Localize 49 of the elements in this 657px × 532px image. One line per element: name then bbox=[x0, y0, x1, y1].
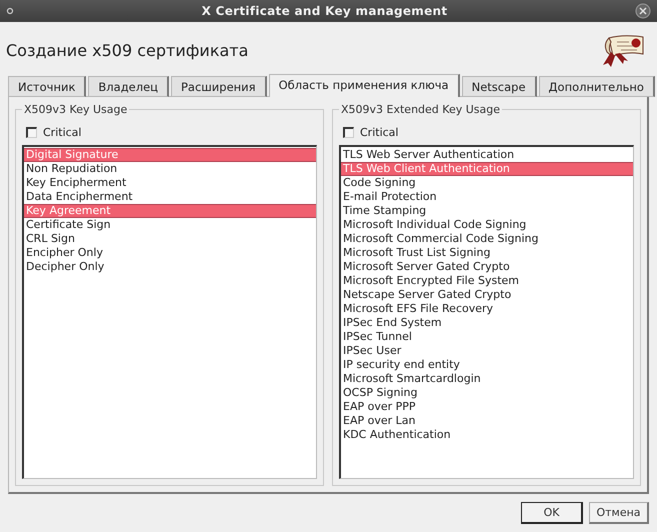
list-item[interactable]: Encipher Only bbox=[24, 246, 316, 260]
list-item[interactable]: Netscape Server Gated Crypto bbox=[341, 288, 633, 302]
list-item[interactable]: Microsoft Commercial Code Signing bbox=[341, 232, 633, 246]
ok-button[interactable]: OK bbox=[521, 502, 583, 524]
window-menu-icon[interactable] bbox=[6, 7, 14, 15]
close-icon[interactable] bbox=[635, 3, 651, 19]
tab[interactable]: Область применения ключа bbox=[268, 74, 460, 97]
list-item[interactable]: IPSec End System bbox=[341, 316, 633, 330]
tab[interactable]: Владелец bbox=[88, 76, 169, 97]
list-item[interactable]: Microsoft Smartcardlogin bbox=[341, 372, 633, 386]
list-item[interactable]: Time Stamping bbox=[341, 204, 633, 218]
list-item[interactable]: IP security end entity bbox=[341, 358, 633, 372]
checkbox-square[interactable] bbox=[343, 127, 354, 138]
group-title: X509v3 Extended Key Usage bbox=[340, 103, 501, 116]
list-item[interactable]: OCSP Signing bbox=[341, 386, 633, 400]
critical-checkbox[interactable]: Critical bbox=[22, 122, 317, 145]
tab[interactable]: Netscape bbox=[462, 76, 537, 97]
dialog-heading: Создание x509 сертификата bbox=[6, 40, 248, 60]
list-item[interactable]: Key Encipherment bbox=[24, 176, 316, 190]
list-item[interactable]: IPSec User bbox=[341, 344, 633, 358]
list-item[interactable]: Microsoft Trust List Signing bbox=[341, 246, 633, 260]
list-item[interactable]: CRL Sign bbox=[24, 232, 316, 246]
list-item[interactable]: Microsoft Server Gated Crypto bbox=[341, 260, 633, 274]
checkbox-square[interactable] bbox=[26, 127, 37, 138]
list-box[interactable] bbox=[339, 145, 634, 479]
cancel-button[interactable]: Отмена bbox=[589, 502, 649, 524]
list-item[interactable]: KDC Authentication bbox=[341, 428, 633, 442]
list-item[interactable]: Microsoft EFS File Recovery bbox=[341, 302, 633, 316]
list-item[interactable]: Microsoft Encrypted File System bbox=[341, 274, 633, 288]
checkbox-label: Critical bbox=[360, 126, 398, 139]
list-item[interactable]: EAP over PPP bbox=[341, 400, 633, 414]
list-item[interactable]: E-mail Protection bbox=[341, 190, 633, 204]
list-item[interactable]: IPSec Tunnel bbox=[341, 330, 633, 344]
list-item[interactable]: Microsoft Individual Code Signing bbox=[341, 218, 633, 232]
list-item[interactable]: Non Repudiation bbox=[24, 162, 316, 176]
window-title: X Certificate and Key management bbox=[202, 4, 448, 18]
list-item[interactable]: TLS Web Server Authentication bbox=[341, 148, 633, 162]
tab[interactable]: Расширения bbox=[170, 76, 267, 97]
list-item[interactable]: Code Signing bbox=[341, 176, 633, 190]
list-item[interactable]: Certificate Sign bbox=[24, 218, 316, 232]
tab[interactable]: Дополнительно bbox=[538, 76, 655, 97]
group-title: X509v3 Key Usage bbox=[23, 103, 128, 116]
tab[interactable]: Источник bbox=[8, 76, 86, 97]
critical-checkbox[interactable]: Critical bbox=[339, 122, 634, 145]
checkbox-label: Critical bbox=[43, 126, 82, 139]
list-box[interactable]: Digital Signature Non Repudiation Key Encipherment Data Encipherment Key Agreement Certificate Sign CRL Sign Encipher Only Decipher Only bbox=[22, 145, 317, 479]
list-item[interactable]: Decipher Only bbox=[24, 260, 316, 274]
list-item[interactable]: EAP over Lan bbox=[341, 414, 633, 428]
list-item[interactable]: Data Encipherment bbox=[24, 190, 316, 204]
